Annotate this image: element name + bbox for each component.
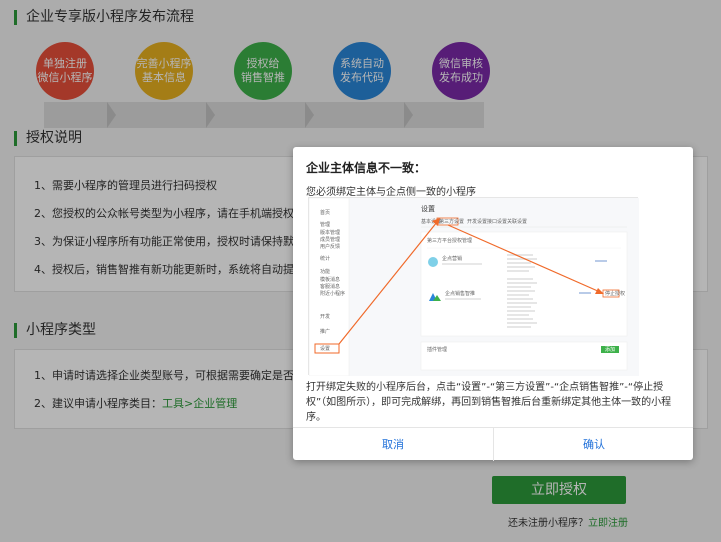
menu-item: 成员管理 — [320, 236, 340, 243]
confirm-button[interactable]: 确认 — [494, 428, 694, 461]
menu-item: 开发 — [320, 313, 330, 320]
app1-logo — [428, 257, 438, 267]
app2-name: 企点销售智推 — [445, 290, 475, 297]
plugin-add-label: 添加 — [605, 346, 615, 353]
instruction-screenshot: 首页 管理 版本管理 成员管理 用户反馈 统计 功能 模板消息 客服消息 附近小… — [308, 197, 639, 377]
menu-item: 客服消息 — [320, 283, 340, 290]
dialog-subtitle: 您必须绑定主体与企点侧一致的小程序 — [306, 187, 476, 198]
dialog-description: 打开绑定失败的小程序后台，点击“设置”-“第三方设置”-“企点销售智推”-“停止… — [306, 382, 672, 423]
screenshot-tab: 第三方设置 — [439, 218, 464, 225]
menu-item: 功能 — [320, 268, 330, 275]
menu-item: 设置 — [320, 345, 330, 352]
menu-item: 推广 — [320, 328, 330, 335]
menu-item: 附近小程序 — [320, 290, 345, 297]
menu-item: 首页 — [320, 209, 330, 216]
plugin-label: 插件管理 — [427, 346, 447, 353]
menu-item: 管理 — [320, 221, 330, 228]
screenshot-tab: 关联设置 — [507, 218, 527, 225]
cancel-button[interactable]: 取消 — [293, 428, 493, 461]
instruction-screenshot-graphic: 首页 管理 版本管理 成员管理 用户反馈 统计 功能 模板消息 客服消息 附近小… — [308, 197, 639, 377]
screenshot-title: 设置 — [421, 204, 435, 213]
subject-mismatch-dialog: 企业主体信息不一致： 您必须绑定主体与企点侧一致的小程序 首页 管理 版本管理 … — [293, 147, 694, 461]
menu-item: 统计 — [320, 255, 330, 262]
screenshot-tab: 接口设置 — [487, 218, 507, 225]
app1-name: 企点营销 — [442, 255, 462, 262]
menu-item: 版本管理 — [320, 229, 340, 236]
stop-auth-label: 停止授权 — [605, 290, 625, 297]
dialog-title: 企业主体信息不一致： — [306, 161, 427, 175]
plugin-card — [420, 341, 628, 371]
dialog-footer: 取消 确认 — [293, 427, 694, 461]
section-label: 第三方平台授权管理 — [427, 237, 472, 244]
menu-item: 模板消息 — [320, 276, 340, 283]
menu-item: 用户反馈 — [320, 243, 340, 250]
screenshot-tab: 开发设置 — [467, 218, 487, 225]
